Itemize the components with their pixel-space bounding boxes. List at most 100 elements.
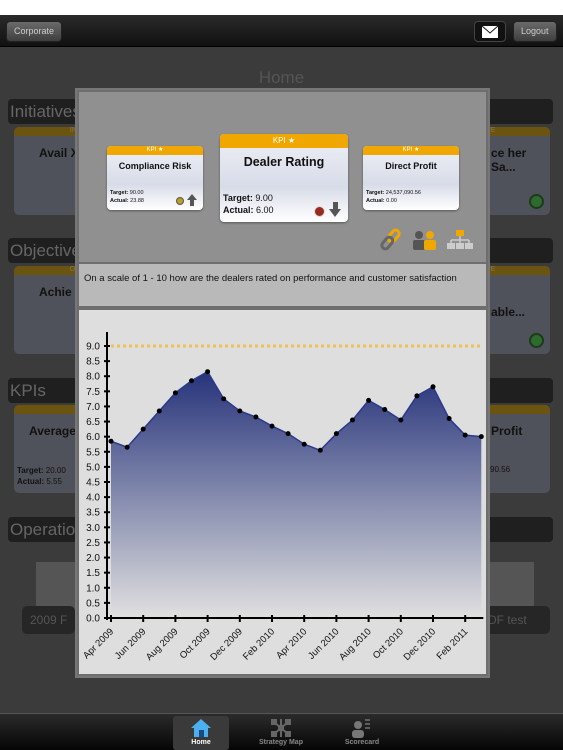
data-point <box>478 434 484 440</box>
x-tick-label: Jun 2009 <box>113 626 148 661</box>
kpi-values: Target: 9.00 Actual: 6.00 <box>223 193 274 215</box>
data-point <box>430 384 436 390</box>
people-icon[interactable] <box>411 230 439 250</box>
data-point <box>414 393 420 399</box>
x-tick-label: Dec 2010 <box>402 626 439 663</box>
y-tick-label: 5.5 <box>86 447 100 458</box>
y-tick-label: 0.5 <box>86 598 100 609</box>
document-label[interactable]: DF test <box>480 606 550 634</box>
status-green-icon <box>529 333 544 348</box>
status-bar <box>0 0 563 15</box>
x-tick-label: Oct 2009 <box>178 626 213 661</box>
scorecard-icon <box>352 719 370 738</box>
data-point <box>237 408 243 414</box>
kpi-detail-popup: KPI ★ Compliance Risk Target: 90.00 Actua… <box>75 88 490 678</box>
kpi-description: On a scale of 1 - 10 how are the dealers… <box>79 264 486 306</box>
data-point <box>172 390 178 396</box>
kpi-badge: KPI ★ <box>220 134 348 148</box>
status-green-icon <box>529 194 544 209</box>
x-tick-label: Jun 2010 <box>306 626 341 661</box>
strategy-map-icon <box>271 719 291 737</box>
home-icon <box>191 719 211 737</box>
y-tick-label: 3.0 <box>86 523 100 534</box>
kpi-header: KPI ★ Compliance Risk Target: 90.00 Actua… <box>79 92 486 262</box>
data-point <box>317 447 323 453</box>
data-point <box>189 378 194 384</box>
data-point <box>221 396 227 402</box>
status-yellow-icon <box>176 197 184 205</box>
corporate-button[interactable]: Corporate <box>6 21 63 42</box>
kpi-badge: KPI ★ <box>107 146 203 155</box>
data-point <box>269 423 275 429</box>
hierarchy-icon[interactable] <box>447 230 473 250</box>
y-tick-label: 0.0 <box>86 614 100 625</box>
tab-home[interactable]: Home <box>173 716 229 750</box>
y-tick-label: 7.0 <box>86 402 100 413</box>
y-tick-label: 1.5 <box>86 568 100 579</box>
kpi-card-dealer-rating[interactable]: KPI ★ Dealer Rating Target: 9.00 Actual: … <box>220 134 348 222</box>
y-tick-label: 8.0 <box>86 372 100 383</box>
y-tick-label: 2.5 <box>86 538 100 549</box>
y-tick-label: 3.5 <box>86 508 100 519</box>
y-tick-label: 8.5 <box>86 357 100 368</box>
top-bar: Corporate Logout <box>0 15 563 47</box>
tab-strategy-map[interactable]: Strategy Map <box>253 716 309 750</box>
kpi-values: Target: 24,537,090.56 Actual: 0.00 <box>366 190 421 204</box>
mail-button[interactable] <box>474 21 506 42</box>
document-label[interactable]: 2009 F <box>22 606 76 634</box>
x-tick-label: Dec 2009 <box>208 626 245 663</box>
data-point <box>382 406 388 412</box>
area-fill <box>111 371 482 618</box>
chart-svg: 0.0 0.5 1.0 1.5 2.0 2.5 3.0 3.5 4.0 4.5 5.0 5.5 6.0 6… <box>81 332 484 663</box>
data-point <box>333 431 339 437</box>
y-tick-label: 5.0 <box>86 462 100 473</box>
y-tick-label: 4.5 <box>86 478 100 489</box>
y-tick-label: 9.0 <box>86 342 100 353</box>
x-tick-label: Oct 2010 <box>371 626 406 661</box>
data-point <box>398 417 404 423</box>
tab-scorecard[interactable]: Scorecard <box>334 716 390 750</box>
logout-button[interactable]: Logout <box>513 21 557 42</box>
x-tick-label: Aug 2010 <box>337 626 374 663</box>
y-tick-label: 6.5 <box>86 417 100 428</box>
y-tick-label: 7.5 <box>86 387 100 398</box>
y-tick-label: 4.0 <box>86 493 100 504</box>
data-point <box>253 414 259 420</box>
arrow-down-icon <box>329 209 341 217</box>
data-point <box>446 416 452 422</box>
data-point <box>140 426 146 432</box>
data-point <box>108 438 114 444</box>
y-tick-label: 6.0 <box>86 432 100 443</box>
x-tick-label: Feb 2011 <box>435 626 471 662</box>
card-values: 90.56 <box>490 465 511 474</box>
status-red-icon <box>314 206 325 217</box>
y-tick-label: 1.0 <box>86 583 100 594</box>
kpi-title: Dealer Rating <box>243 155 325 169</box>
tab-label: Home <box>191 739 211 746</box>
kpi-badge: KPI ★ <box>363 146 459 155</box>
tab-bar: Home Strategy Map Scorecard <box>0 713 563 750</box>
data-point <box>124 444 130 450</box>
page-title: Home <box>258 68 305 87</box>
data-point <box>366 397 372 403</box>
data-point <box>156 408 162 414</box>
x-tick-label: Feb 2010 <box>241 626 277 662</box>
kpi-title: Compliance Risk <box>118 161 192 171</box>
x-tick-label: Apr 2009 <box>81 626 116 661</box>
card-values: Target: 20.00 Actual: 5.55 <box>17 466 66 486</box>
data-point <box>301 441 307 447</box>
data-point <box>350 417 355 423</box>
link-icon[interactable] <box>380 228 402 252</box>
tab-label: Strategy Map <box>259 739 303 746</box>
data-point <box>205 369 211 375</box>
data-point <box>285 431 291 437</box>
kpi-title: Direct Profit <box>385 161 437 171</box>
kpi-card-compliance-risk[interactable]: KPI ★ Compliance Risk Target: 90.00 Actua… <box>107 146 203 210</box>
tab-label: Scorecard <box>344 739 380 746</box>
x-tick-label: Apr 2010 <box>274 626 309 661</box>
x-tick-label: Aug 2009 <box>144 626 181 663</box>
envelope-icon <box>482 26 498 38</box>
kpi-card-direct-profit[interactable]: KPI ★ Direct Profit Target: 24,537,090.5… <box>363 146 459 210</box>
data-point <box>462 432 468 438</box>
kpi-values: Target: 90.00 Actual: 23.88 <box>110 190 144 204</box>
